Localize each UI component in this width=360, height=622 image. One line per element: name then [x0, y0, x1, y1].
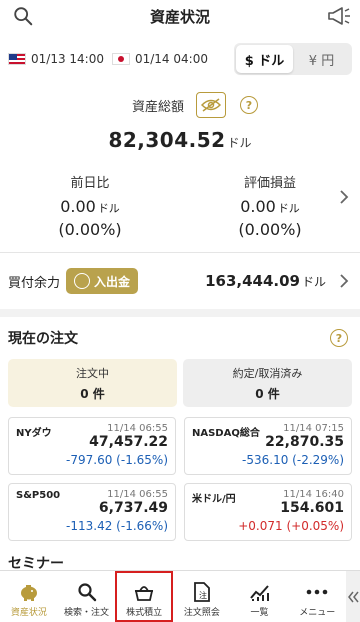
market-price: 47,457.22	[89, 434, 168, 450]
market-time: 11/14 06:55	[107, 489, 168, 500]
search-icon	[77, 583, 96, 602]
tab-stock-savings[interactable]: 株式積立	[115, 571, 174, 622]
orders-title: 現在の注文	[8, 331, 78, 347]
valuation-label: 評価損益	[243, 176, 296, 191]
currency-dollar-button[interactable]: $ ドル	[236, 45, 293, 73]
buying-power-label: 買付余力	[8, 275, 61, 291]
tab-label: 資産状況	[10, 608, 47, 618]
total-assets-unit: ドル	[227, 136, 252, 150]
market-card-nasdaq[interactable]: NASDAQ総合 11/14 07:15 22,870.35 -536.10 (…	[184, 417, 352, 475]
prev-day-change: 前日比 0.00 ドル (0.00%)	[0, 172, 180, 252]
tab-order-inquiry[interactable]: 注 注文照会	[173, 571, 231, 622]
market-time: 11/14 16:40	[283, 489, 344, 500]
prev-day-pct: (0.00%)	[58, 220, 122, 239]
section-gap	[0, 309, 360, 317]
time-bar: 01/13 14:00 01/14 04:00 $ ドル ¥ 円	[0, 32, 360, 86]
tab-label: メニュー	[299, 608, 336, 618]
done-count: 0 件	[255, 387, 280, 401]
pending-count: 0 件	[80, 387, 105, 401]
tab-label: 一覧	[250, 608, 269, 618]
search-icon[interactable]	[12, 5, 34, 27]
svg-text:注: 注	[199, 590, 207, 600]
pending-label: 注文中	[76, 367, 109, 380]
currency-toggle: $ ドル ¥ 円	[234, 43, 352, 75]
piggy-bank-icon	[20, 585, 37, 601]
market-name: NASDAQ総合	[192, 428, 260, 439]
currency-yen-button[interactable]: ¥ 円	[293, 45, 350, 73]
jp-time: 01/14 04:00	[111, 52, 208, 66]
valuation-value: 0.00	[240, 197, 276, 216]
executed-orders-button[interactable]: 約定/取消済み 0 件	[183, 359, 352, 407]
top-bar: 資産状況	[0, 0, 360, 32]
market-card-nydow[interactable]: NYダウ 11/14 06:55 47,457.22 -797.60 (-1.6…	[8, 417, 176, 475]
valuation-unit: ドル	[277, 202, 300, 215]
basket-icon	[135, 586, 154, 601]
hide-amount-button[interactable]	[196, 92, 226, 118]
market-change: -797.60 (-1.65%)	[66, 453, 168, 467]
market-name: NYダウ	[16, 428, 52, 439]
current-orders: 現在の注文 ? 注文中 0 件 約定/取消済み 0 件	[0, 317, 360, 407]
market-name: 米ドル/円	[192, 494, 236, 505]
tab-label: 株式積立	[126, 608, 163, 618]
prev-day-label: 前日比	[70, 176, 110, 191]
market-change: -536.10 (-2.29%)	[242, 453, 344, 467]
chevron-right-icon[interactable]	[338, 190, 350, 204]
market-price: 154.601	[280, 500, 344, 516]
us-time: 01/13 14:00	[8, 52, 104, 66]
tab-label: 検索・注文	[64, 608, 110, 618]
total-assets: 82,304.52 ドル	[0, 128, 360, 152]
market-indices: NYダウ 11/14 06:55 47,457.22 -797.60 (-1.6…	[0, 407, 360, 541]
more-icon	[306, 589, 328, 595]
profit-loss-row[interactable]: 前日比 0.00 ドル (0.00%) 評価損益 0.00 ドル (0.00%)	[0, 172, 360, 252]
eye-off-icon	[201, 98, 221, 112]
market-change: -113.42 (-1.66%)	[66, 519, 168, 533]
assets-label: 資産総額	[131, 99, 184, 115]
help-icon[interactable]: ?	[240, 96, 258, 114]
us-time-text: 01/13 14:00	[31, 52, 104, 66]
buying-power-row[interactable]: 買付余力 入出金 163,444.09 ドル	[0, 253, 360, 309]
tab-menu[interactable]: メニュー	[288, 571, 346, 622]
market-name: S&P500	[16, 490, 61, 501]
transfer-icon	[74, 273, 91, 289]
market-card-sp500[interactable]: S&P500 11/14 06:55 6,737.49 -113.42 (-1.…	[8, 483, 176, 541]
prev-day-value: 0.00	[60, 197, 96, 216]
market-price: 6,737.49	[98, 500, 168, 516]
market-time: 11/14 06:55	[107, 423, 168, 434]
chart-icon	[249, 585, 269, 601]
total-assets-value: 82,304.52	[108, 128, 226, 152]
buying-power-unit: ドル	[301, 275, 326, 289]
help-icon[interactable]: ?	[330, 329, 348, 347]
done-label: 約定/取消済み	[232, 367, 303, 380]
assets-summary: 資産総額 ? 82,304.52 ドル 前日比 0.00 ドル (0.00%) 評価…	[0, 86, 360, 252]
tab-label: 注文照会	[183, 608, 220, 618]
double-chevron-left-icon	[348, 591, 359, 602]
market-price: 22,870.35	[265, 434, 344, 450]
market-change: +0.071 (+0.05%)	[238, 519, 344, 533]
tab-scroll-left-button[interactable]	[346, 571, 360, 622]
order-doc-icon: 注	[193, 582, 210, 602]
us-flag-icon	[8, 53, 26, 65]
pending-orders-button[interactable]: 注文中 0 件	[8, 359, 177, 407]
buying-power-value: 163,444.09	[205, 272, 300, 290]
prev-day-unit: ドル	[97, 202, 120, 215]
bottom-tab-bar: 資産状況 検索・注文 株式積立 注 注文照会 一覧 メニュー	[0, 570, 360, 622]
jp-time-text: 01/14 04:00	[134, 52, 208, 66]
buying-power-amount: 163,444.09 ドル	[205, 272, 326, 290]
megaphone-icon[interactable]	[326, 4, 352, 28]
tab-search-order[interactable]: 検索・注文	[58, 571, 116, 622]
tab-list[interactable]: 一覧	[231, 571, 289, 622]
deposit-label: 入出金	[94, 274, 131, 289]
valuation-pl: 評価損益 0.00 ドル (0.00%)	[180, 172, 360, 252]
jp-flag-icon	[111, 53, 130, 65]
chevron-right-icon[interactable]	[338, 274, 350, 288]
market-time: 11/14 07:15	[283, 423, 344, 434]
tab-assets[interactable]: 資産状況	[0, 571, 58, 622]
deposit-withdraw-button[interactable]: 入出金	[66, 268, 139, 294]
valuation-pct: (0.00%)	[238, 220, 302, 239]
market-card-usdjpy[interactable]: 米ドル/円 11/14 16:40 154.601 +0.071 (+0.05%…	[184, 483, 352, 541]
page-title: 資産状況	[149, 7, 210, 26]
